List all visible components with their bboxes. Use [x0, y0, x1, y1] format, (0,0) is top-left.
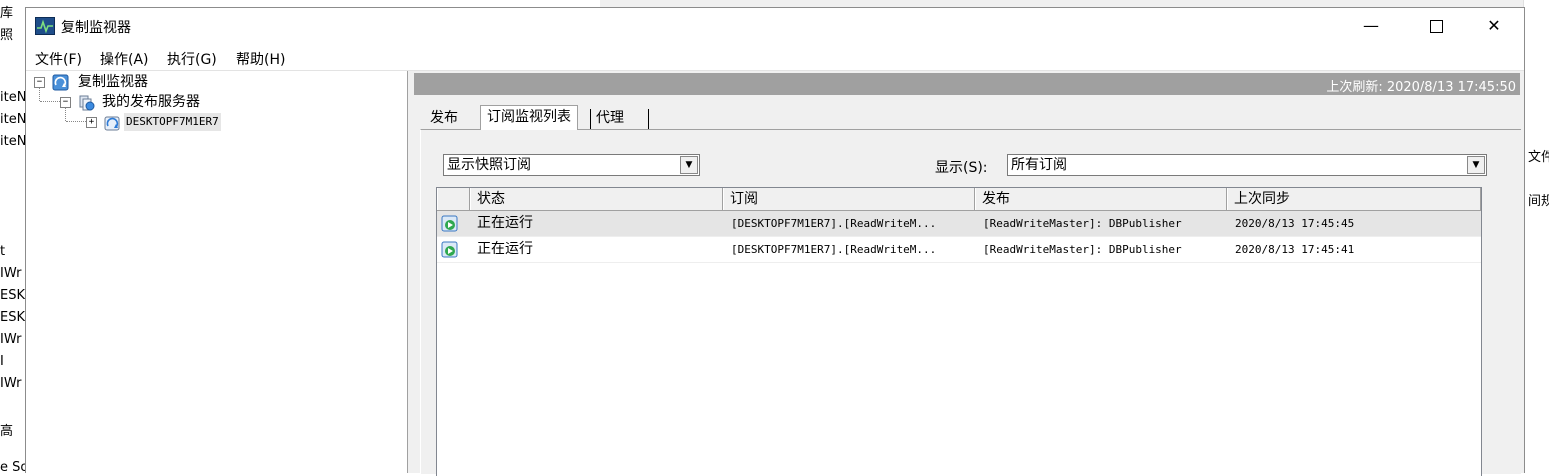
- bg-text: iteN: [0, 112, 27, 127]
- window-title: 复制监视器: [61, 20, 131, 36]
- column-status[interactable]: 状态: [470, 188, 723, 210]
- select-value: 所有订阅: [1011, 157, 1067, 173]
- select-value: 显示快照订阅: [447, 157, 531, 173]
- subscription-type-select[interactable]: 显示快照订阅 ▼: [443, 154, 700, 176]
- tree-node-publishers[interactable]: − 我的发布服务器: [26, 93, 406, 111]
- running-status-icon: [441, 215, 458, 232]
- table-row[interactable]: 正在运行 [DESKTOPF7M1ER7].[ReadWriteM... [Re…: [437, 211, 1481, 237]
- bg-text: IWr: [0, 266, 22, 281]
- cell-last-sync: 2020/8/13 17:45:41: [1235, 243, 1355, 256]
- bg-text: ESK: [0, 288, 25, 303]
- bg-text: iteN: [0, 134, 27, 149]
- menu-go[interactable]: 执行(G): [167, 49, 217, 69]
- bg-text: IWr: [0, 332, 22, 347]
- show-select[interactable]: 所有订阅 ▼: [1007, 154, 1487, 176]
- tree-pane[interactable]: − 复制监视器 − 我的发布服务器 + DESKTOPF7M1ER7: [26, 71, 408, 473]
- cell-subscription: [DESKTOPF7M1ER7].[ReadWriteM...: [731, 243, 937, 256]
- cell-status: 正在运行: [477, 215, 533, 231]
- cell-status: 正在运行: [477, 241, 533, 257]
- tab-divider: [648, 109, 649, 129]
- bg-text: 间规: [1528, 194, 1549, 209]
- column-subscription[interactable]: 订阅: [723, 188, 975, 210]
- cell-last-sync: 2020/8/13 17:45:45: [1235, 217, 1355, 230]
- bg-text: 库: [0, 6, 14, 21]
- replication-monitor-window: 复制监视器 — ✕ 文件(F) 操作(A) 执行(G) 帮助(H) − 复制监视…: [25, 7, 1525, 476]
- cell-subscription: [DESKTOPF7M1ER7].[ReadWriteM...: [731, 217, 937, 230]
- background-window-right: 文件 间规: [1523, 0, 1549, 472]
- details-pane: 上次刷新: 2020/8/13 17:45:50 发布 订阅监视列表 代理 显示…: [414, 71, 1524, 476]
- menu-action[interactable]: 操作(A): [100, 49, 149, 69]
- replication-monitor-icon: [35, 17, 55, 35]
- tree-node-root[interactable]: − 复制监视器: [26, 73, 406, 91]
- cell-publication: [ReadWriteMaster]: DBPublisher: [983, 243, 1182, 256]
- bg-text: 高: [0, 424, 14, 439]
- cell-publication: [ReadWriteMaster]: DBPublisher: [983, 217, 1182, 230]
- menu-file[interactable]: 文件(F): [35, 49, 82, 69]
- bg-text: t: [0, 244, 6, 259]
- title-bar[interactable]: 复制监视器 — ✕: [26, 8, 1524, 44]
- replication-monitor-node-icon: [52, 74, 69, 91]
- publisher-server-icon: [104, 116, 120, 131]
- close-button[interactable]: ✕: [1471, 8, 1517, 44]
- bg-text: ESK: [0, 310, 25, 325]
- dropdown-arrow-icon[interactable]: ▼: [680, 156, 698, 174]
- tree-label-server: DESKTOPF7M1ER7: [124, 113, 221, 131]
- tab-subscription-watch-list[interactable]: 订阅监视列表: [480, 105, 578, 130]
- column-last-sync[interactable]: 上次同步: [1227, 188, 1481, 210]
- bg-text: IWr: [0, 376, 22, 391]
- column-icon[interactable]: [437, 188, 470, 210]
- menu-help[interactable]: 帮助(H): [236, 49, 285, 69]
- minimize-button[interactable]: —: [1348, 8, 1394, 44]
- tree-label-root: 复制监视器: [78, 74, 148, 90]
- bg-text: 文件: [1528, 150, 1549, 165]
- column-publication[interactable]: 发布: [975, 188, 1227, 210]
- bg-text: I: [0, 354, 4, 369]
- running-status-icon: [441, 241, 458, 258]
- subscription-list[interactable]: 状态 订阅 发布 上次同步 正在运行 [DESKTOPF7M1ER7].[Rea…: [436, 187, 1482, 476]
- tab-agents[interactable]: 代理: [590, 107, 630, 129]
- show-label: 显示(S):: [935, 160, 988, 176]
- maximize-icon: [1429, 20, 1443, 33]
- tab-publications[interactable]: 发布: [424, 107, 464, 129]
- maximize-button[interactable]: [1413, 8, 1459, 44]
- tree-label-publishers: 我的发布服务器: [102, 94, 200, 110]
- menu-bar: 文件(F) 操作(A) 执行(G) 帮助(H): [26, 44, 1524, 71]
- last-refresh-text: 上次刷新: 2020/8/13 17:45:50: [1326, 80, 1516, 95]
- tab-strip: 发布 订阅监视列表 代理: [414, 105, 1520, 130]
- bg-text: iteN: [0, 90, 27, 105]
- publishers-group-icon: [79, 95, 95, 111]
- refresh-bar: 上次刷新: 2020/8/13 17:45:50: [414, 73, 1520, 95]
- tree-node-server[interactable]: + DESKTOPF7M1ER7: [26, 113, 406, 131]
- collapse-icon[interactable]: −: [60, 97, 71, 108]
- bg-text: 照: [0, 28, 14, 43]
- collapse-icon[interactable]: −: [34, 77, 45, 88]
- expand-icon[interactable]: +: [86, 117, 97, 128]
- dropdown-arrow-icon[interactable]: ▼: [1467, 156, 1485, 174]
- table-row[interactable]: 正在运行 [DESKTOPF7M1ER7].[ReadWriteM... [Re…: [437, 237, 1481, 263]
- list-header: 状态 订阅 发布 上次同步: [437, 188, 1481, 211]
